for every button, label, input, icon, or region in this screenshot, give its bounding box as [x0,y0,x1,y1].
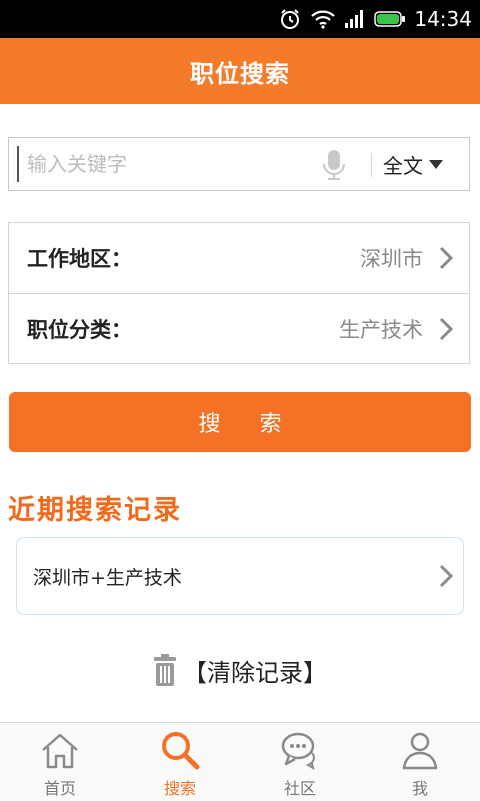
search-input[interactable] [17,146,317,182]
status-icons: 14:34 [278,0,472,38]
nav-label: 我 [411,779,428,798]
app-header: 职位搜索 [0,38,480,104]
clock-time: 14:34 [414,7,472,31]
recent-searches-title: 近期搜索记录 [8,495,182,526]
signal-icon [345,10,364,28]
battery-icon [374,11,406,27]
bottom-nav: 首页 搜索 社区 我 [0,722,480,801]
chat-bubbles-icon [281,732,315,771]
clear-records-button[interactable]: 【清除记录】 [0,645,480,695]
user-icon [402,732,438,770]
nav-label: 社区 [283,779,316,798]
status-bar: 14:34 [0,0,480,38]
recent-search-text: 深圳市+生产技术 [33,566,182,589]
nav-label: 首页 [43,779,76,798]
clear-records-label: 【清除记录】 [183,658,327,687]
filter-panel: 工作地区： 深圳市 职位分类： 生产技术 [8,222,470,364]
search-box: 全文 [8,137,470,191]
filter-value: 深圳市 [360,247,423,271]
filter-value: 生产技术 [339,318,423,342]
wifi-icon [311,10,336,29]
search-icon [162,732,200,770]
home-icon [42,733,78,769]
nav-item-home[interactable]: 首页 [0,723,120,801]
alarm-icon [281,9,300,29]
chevron-right-icon [439,564,453,588]
page-title: 职位搜索 [190,59,290,88]
filter-row-work-area[interactable]: 工作地区： 深圳市 [9,223,469,294]
trash-icon [154,654,176,686]
search-button[interactable]: 搜 索 [9,392,471,452]
nav-item-me[interactable]: 我 [360,723,480,801]
recent-search-item[interactable]: 深圳市+生产技术 [16,537,464,615]
caret-down-icon [429,159,443,169]
chevron-right-icon [439,317,453,341]
nav-item-search[interactable]: 搜索 [120,723,240,801]
chevron-right-icon [439,246,453,270]
nav-item-community[interactable]: 社区 [240,723,360,801]
search-scope-dropdown[interactable]: 全文 [383,138,469,190]
nav-label: 搜索 [163,779,196,798]
search-divider [371,153,372,177]
microphone-icon[interactable] [321,149,347,181]
filter-label: 职位分类： [27,318,132,342]
filter-row-job-category[interactable]: 职位分类： 生产技术 [9,294,469,364]
filter-label: 工作地区： [27,247,132,271]
search-scope-label: 全文 [383,153,423,178]
